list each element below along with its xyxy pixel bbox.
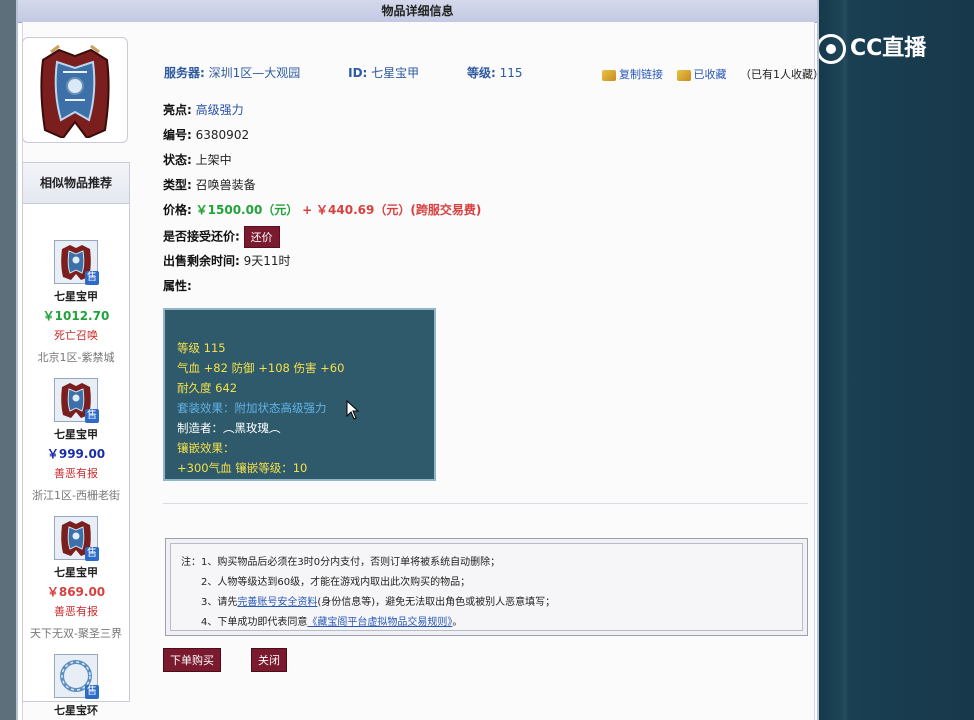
cross-server-fee: ￥440.69（元）(跨服交易费) [316, 203, 482, 217]
attr-inlay-label: 镶嵌效果： [177, 441, 235, 455]
remaining-time-value: 9天11时 [243, 254, 291, 268]
highlight-value: 高级强力 [195, 103, 244, 117]
trading-rules-link[interactable]: 《藏宝阁平台虚拟物品交易规则》 [307, 617, 452, 628]
item-image [22, 37, 128, 143]
item-price: ￥1012.70 [42, 309, 110, 323]
notice-line-3: 3、请先完善账号安全资料(身份信息等)，避免无法取出角色或被别人恶意填写； [201, 597, 556, 608]
notice-line-4: 4、下单成功即代表同意《藏宝阁平台虚拟物品交易规则》。 [201, 617, 463, 628]
item-price: ￥869.00 [46, 585, 106, 599]
similar-items-panel: 相似物品推荐 售 七星宝甲 ￥1012.70 死亡召唤 北京1区-紫禁城 售 七… [22, 162, 130, 717]
item-server: 北京1区-紫禁城 [37, 351, 115, 364]
armor-icon [40, 44, 110, 138]
cc-live-logo: CC直播 [816, 30, 956, 70]
divider [163, 503, 808, 504]
favorited-button[interactable]: 已收藏 [694, 68, 727, 81]
item-attribute: 善恶有报 [54, 467, 98, 480]
item-thumbnail: 售 [54, 516, 99, 561]
similar-items-title: 相似物品推荐 [23, 163, 129, 204]
attr-maker: 制造者：︵黑玫瑰︵ [177, 421, 281, 435]
cc-logo-icon [816, 34, 846, 64]
window-title: 物品详细信息 [18, 0, 817, 23]
close-button[interactable]: 关闭 [251, 648, 287, 672]
item-server: 浙江1区-西栅老街 [32, 489, 120, 502]
purchase-notice: 注：1、购买物品后必须在3时0分内支付，否则订单将被系统自动删除； 2、人物等级… [165, 538, 808, 636]
favorite-count: （已有1人收藏） [740, 68, 824, 81]
attr-stats: 气血 +82 防御 +108 伤害 +60 [177, 361, 345, 375]
attr-durability: 耐久度 642 [177, 381, 238, 395]
sell-badge: 售 [85, 685, 99, 699]
number-value: 6380902 [195, 128, 250, 142]
attr-level: 等级 115 [177, 341, 226, 355]
notice-line-2: 2、人物等级达到60级，才能在游戏内取出此次购买的物品； [201, 577, 471, 588]
item-thumbnail: 售 [54, 378, 99, 423]
buy-button-wrap: 下单购买 [163, 648, 221, 672]
list-item[interactable]: 售 七星宝甲 ￥869.00 善恶有报 天下无双-聚圣三界 [23, 516, 129, 641]
copy-link-icon [602, 69, 616, 81]
type-row: 类型: 召唤兽装备 [163, 178, 256, 192]
status-value: 上架中 [195, 153, 232, 167]
item-price: ￥999.00 [46, 447, 106, 461]
id-info: ID: 七星宝甲 [348, 66, 420, 80]
item-thumbnail: 售 [54, 654, 99, 699]
remaining-time-row: 出售剩余时间: 9天11时 [163, 254, 291, 268]
item-actions: 复制链接 已收藏 （已有1人收藏） [602, 66, 824, 82]
item-attribute: 善恶有报 [54, 605, 98, 618]
status-row: 状态: 上架中 [163, 153, 232, 167]
sell-badge: 售 [85, 547, 99, 561]
item-header-info: 服务器: 深圳1区—大观园 ID: 七星宝甲 等级: 115 [164, 64, 567, 81]
attr-set-effect: 套装效果：附加状态高级强力 [177, 401, 327, 415]
copy-link-button[interactable]: 复制链接 [619, 68, 663, 81]
item-name: 七星宝甲 [54, 428, 98, 441]
sell-badge: 售 [85, 271, 99, 285]
list-item[interactable]: 售 七星宝甲 ￥999.00 善恶有报 浙江1区-西栅老街 [23, 378, 129, 503]
item-name: 七星宝甲 [54, 290, 98, 303]
left-backdrop [0, 0, 16, 720]
bargain-button[interactable]: 还价 [243, 226, 280, 248]
level-info: 等级: 115 [467, 66, 523, 80]
close-button-wrap: 关闭 [251, 648, 287, 672]
right-backdrop [819, 0, 974, 720]
price-row: 价格: ￥1500.00（元） + ￥440.69（元）(跨服交易费) [163, 203, 482, 217]
notice-line-1: 注：1、购买物品后必须在3时0分内支付，否则订单将被系统自动删除； [181, 557, 501, 568]
item-name: 七星宝甲 [54, 566, 98, 579]
list-item[interactable]: 售 七星宝甲 ￥1012.70 死亡召唤 北京1区-紫禁城 [23, 240, 129, 365]
item-name: 七星宝环 [54, 704, 98, 717]
price-value: ￥1500.00（元） [195, 203, 299, 217]
type-value: 召唤兽装备 [195, 178, 256, 192]
sell-badge: 售 [85, 409, 99, 423]
attr-inlay-value: +300气血 镶嵌等级：10 [177, 461, 308, 475]
attributes-row: 属性: [163, 279, 192, 293]
server-info: 服务器: 深圳1区—大观园 [164, 66, 301, 80]
number-row: 编号: 6380902 [163, 128, 250, 142]
item-thumbnail: 售 [54, 240, 99, 285]
item-attribute: 死亡召唤 [54, 329, 98, 342]
mouse-cursor-icon [346, 400, 360, 420]
security-info-link[interactable]: 完善账号安全资料 [237, 597, 317, 608]
highlight-row: 亮点: 高级强力 [163, 103, 244, 117]
list-item[interactable]: 售 七星宝环 [23, 654, 129, 718]
attributes-panel: 等级 115 气血 +82 防御 +108 伤害 +60 耐久度 642 套装效… [163, 308, 436, 481]
buy-button[interactable]: 下单购买 [163, 648, 221, 672]
bargain-row: 是否接受还价: 还价 [163, 226, 280, 248]
item-server: 天下无双-聚圣三界 [30, 627, 122, 640]
favorite-icon [676, 69, 691, 81]
